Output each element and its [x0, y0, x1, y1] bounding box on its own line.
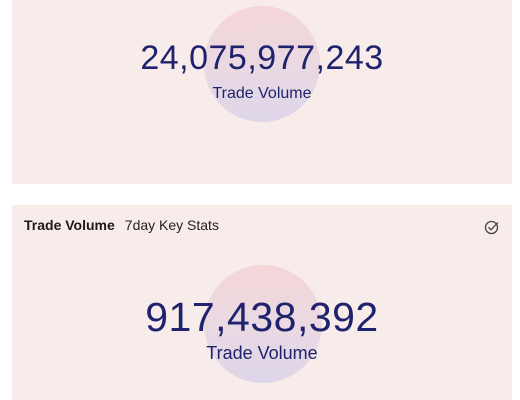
metric-value: 917,438,392 — [145, 294, 379, 340]
metric-value: 24,075,977,243 — [140, 39, 384, 77]
metric-label: Trade Volume — [212, 85, 312, 102]
card-title: Trade Volume — [24, 217, 115, 233]
trade-volume-card-7day: Trade Volume 7day Key Stats 917,438,392 … — [12, 205, 512, 400]
metric-label: Trade Volume — [206, 343, 318, 363]
page: 24,075,977,243 Trade Volume Trade Volume… — [0, 0, 520, 400]
circle-check-icon[interactable] — [484, 219, 500, 235]
card-header: Trade Volume 7day Key Stats — [24, 217, 219, 233]
card-subtitle: 7day Key Stats — [124, 217, 219, 233]
trade-volume-card-total: 24,075,977,243 Trade Volume — [12, 0, 512, 184]
